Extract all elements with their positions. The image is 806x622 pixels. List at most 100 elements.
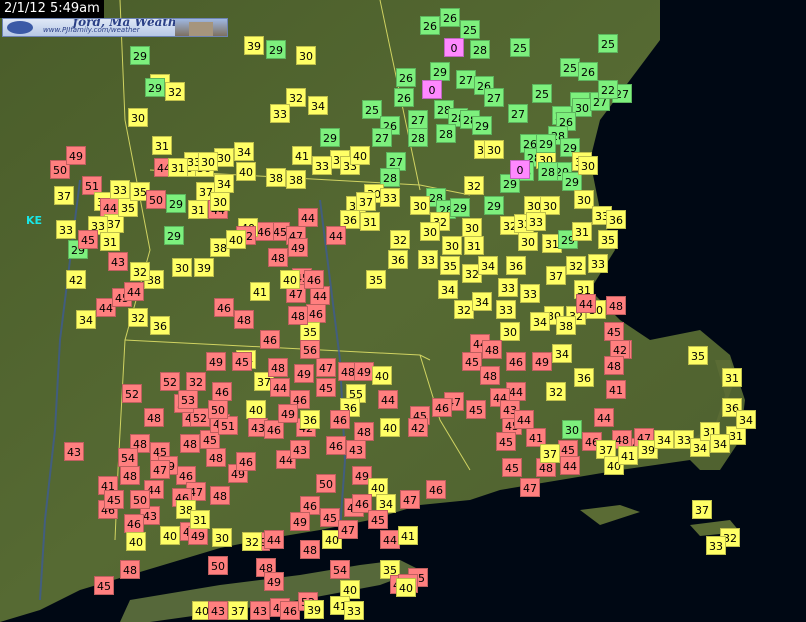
station-temp-marker[interactable]: 48 xyxy=(604,356,624,375)
station-temp-marker[interactable]: 44 xyxy=(298,208,318,227)
station-temp-marker[interactable]: 44 xyxy=(264,530,284,549)
station-temp-marker[interactable]: 33 xyxy=(496,300,516,319)
station-temp-marker[interactable]: 49 xyxy=(66,146,86,165)
station-temp-marker[interactable]: 35 xyxy=(598,230,618,249)
station-temp-marker[interactable]: 36 xyxy=(574,368,594,387)
station-temp-marker[interactable]: 45 xyxy=(466,400,486,419)
station-temp-marker[interactable]: 30 xyxy=(198,152,218,171)
station-temp-marker[interactable]: 29 xyxy=(450,198,470,217)
station-temp-marker[interactable]: 54 xyxy=(330,560,350,579)
station-temp-marker[interactable]: 30 xyxy=(410,196,430,215)
station-temp-marker[interactable]: 30 xyxy=(518,232,538,251)
station-temp-marker[interactable]: 45 xyxy=(232,352,252,371)
station-temp-marker[interactable]: 37 xyxy=(356,192,376,211)
site-logo[interactable]: ford, Ma Weather www.PJIfamily.com/weath… xyxy=(2,18,228,37)
station-temp-marker[interactable]: 26 xyxy=(578,62,598,81)
station-temp-marker[interactable]: 32 xyxy=(464,176,484,195)
station-temp-marker[interactable]: 32 xyxy=(242,532,262,551)
station-temp-marker[interactable]: 53 xyxy=(178,390,198,409)
station-temp-marker[interactable]: 43 xyxy=(250,601,270,620)
station-temp-marker[interactable]: 37 xyxy=(228,601,248,620)
station-temp-marker[interactable]: 29 xyxy=(164,226,184,245)
station-temp-marker[interactable]: 39 xyxy=(194,258,214,277)
station-temp-marker[interactable]: 44 xyxy=(560,456,580,475)
station-temp-marker[interactable]: 31 xyxy=(100,232,120,251)
station-temp-marker[interactable]: 48 xyxy=(354,422,374,441)
station-temp-marker[interactable]: 30 xyxy=(578,156,598,175)
station-temp-marker[interactable]: 44 xyxy=(594,408,614,427)
station-temp-marker[interactable]: 33 xyxy=(706,536,726,555)
station-temp-marker[interactable]: 27 xyxy=(508,104,528,123)
station-temp-marker[interactable]: 46 xyxy=(304,270,324,289)
station-temp-marker[interactable]: 37 xyxy=(546,266,566,285)
station-temp-marker[interactable]: 49 xyxy=(278,404,298,423)
station-temp-marker[interactable]: 35 xyxy=(688,346,708,365)
station-temp-marker[interactable]: 0 xyxy=(510,160,530,179)
station-temp-marker[interactable]: 28 xyxy=(470,40,490,59)
station-temp-marker[interactable]: 37 xyxy=(54,186,74,205)
station-temp-marker[interactable]: 33 xyxy=(110,180,130,199)
station-temp-marker[interactable]: 41 xyxy=(618,446,638,465)
station-temp-marker[interactable]: 46 xyxy=(330,410,350,429)
station-temp-marker[interactable]: 43 xyxy=(208,601,228,620)
station-temp-marker[interactable]: 45 xyxy=(104,490,124,509)
station-temp-marker[interactable]: 41 xyxy=(398,526,418,545)
station-temp-marker[interactable]: 32 xyxy=(128,308,148,327)
station-temp-marker[interactable]: 30 xyxy=(442,236,462,255)
station-temp-marker[interactable]: 44 xyxy=(378,390,398,409)
station-temp-marker[interactable]: 33 xyxy=(588,254,608,273)
station-temp-marker[interactable]: 30 xyxy=(500,322,520,341)
station-temp-marker[interactable]: 35 xyxy=(366,270,386,289)
station-temp-marker[interactable]: 36 xyxy=(300,410,320,429)
station-temp-marker[interactable]: 31 xyxy=(188,200,208,219)
station-temp-marker[interactable]: 50 xyxy=(130,490,150,509)
station-temp-marker[interactable]: 44 xyxy=(270,378,290,397)
station-temp-marker[interactable]: 27 xyxy=(408,110,428,129)
station-temp-marker[interactable]: 49 xyxy=(264,572,284,591)
station-temp-marker[interactable]: 33 xyxy=(312,156,332,175)
station-temp-marker[interactable]: 31 xyxy=(190,510,210,529)
station-temp-marker[interactable]: 45 xyxy=(368,510,388,529)
station-temp-marker[interactable]: 46 xyxy=(280,601,300,620)
station-temp-marker[interactable]: 39 xyxy=(304,600,324,619)
station-temp-marker[interactable]: 27 xyxy=(456,70,476,89)
station-temp-marker[interactable]: 48 xyxy=(300,540,320,559)
station-temp-marker[interactable]: 49 xyxy=(354,362,374,381)
station-temp-marker[interactable]: 28 xyxy=(436,124,456,143)
station-temp-marker[interactable]: 46 xyxy=(432,398,452,417)
station-temp-marker[interactable]: 30 xyxy=(212,528,232,547)
station-temp-marker[interactable]: 25 xyxy=(510,38,530,57)
station-temp-marker[interactable]: 29 xyxy=(320,128,340,147)
station-temp-marker[interactable]: 22 xyxy=(598,80,618,99)
station-temp-marker[interactable]: 45 xyxy=(496,432,516,451)
station-temp-marker[interactable]: 40 xyxy=(396,578,416,597)
station-temp-marker[interactable]: 34 xyxy=(438,280,458,299)
station-temp-marker[interactable]: 32 xyxy=(186,372,206,391)
station-temp-marker[interactable]: 26 xyxy=(440,8,460,27)
station-temp-marker[interactable]: 35 xyxy=(440,256,460,275)
station-temp-marker[interactable]: 28 xyxy=(538,162,558,181)
station-temp-marker[interactable]: 42 xyxy=(408,418,428,437)
station-temp-marker[interactable]: 48 xyxy=(268,248,288,267)
station-temp-marker[interactable]: 29 xyxy=(472,116,492,135)
station-temp-marker[interactable]: 45 xyxy=(320,508,340,527)
station-temp-marker[interactable]: 29 xyxy=(145,78,165,97)
station-temp-marker[interactable]: 48 xyxy=(288,306,308,325)
station-temp-marker[interactable]: 25 xyxy=(532,84,552,103)
station-temp-marker[interactable]: 31 xyxy=(152,136,172,155)
station-temp-marker[interactable]: 33 xyxy=(520,284,540,303)
station-temp-marker[interactable]: 48 xyxy=(234,310,254,329)
station-temp-marker[interactable]: 46 xyxy=(506,352,526,371)
station-temp-marker[interactable]: 40 xyxy=(380,418,400,437)
station-temp-marker[interactable]: 46 xyxy=(426,480,446,499)
station-temp-marker[interactable]: 40 xyxy=(126,532,146,551)
station-temp-marker[interactable]: 34 xyxy=(552,344,572,363)
station-temp-marker[interactable]: 32 xyxy=(165,82,185,101)
station-temp-marker[interactable]: 34 xyxy=(214,174,234,193)
station-temp-marker[interactable]: 46 xyxy=(306,304,326,323)
station-temp-marker[interactable]: 40 xyxy=(160,526,180,545)
station-temp-marker[interactable]: 39 xyxy=(244,36,264,55)
station-temp-marker[interactable]: 50 xyxy=(316,474,336,493)
station-temp-marker[interactable]: 49 xyxy=(206,352,226,371)
station-temp-marker[interactable]: 32 xyxy=(454,300,474,319)
